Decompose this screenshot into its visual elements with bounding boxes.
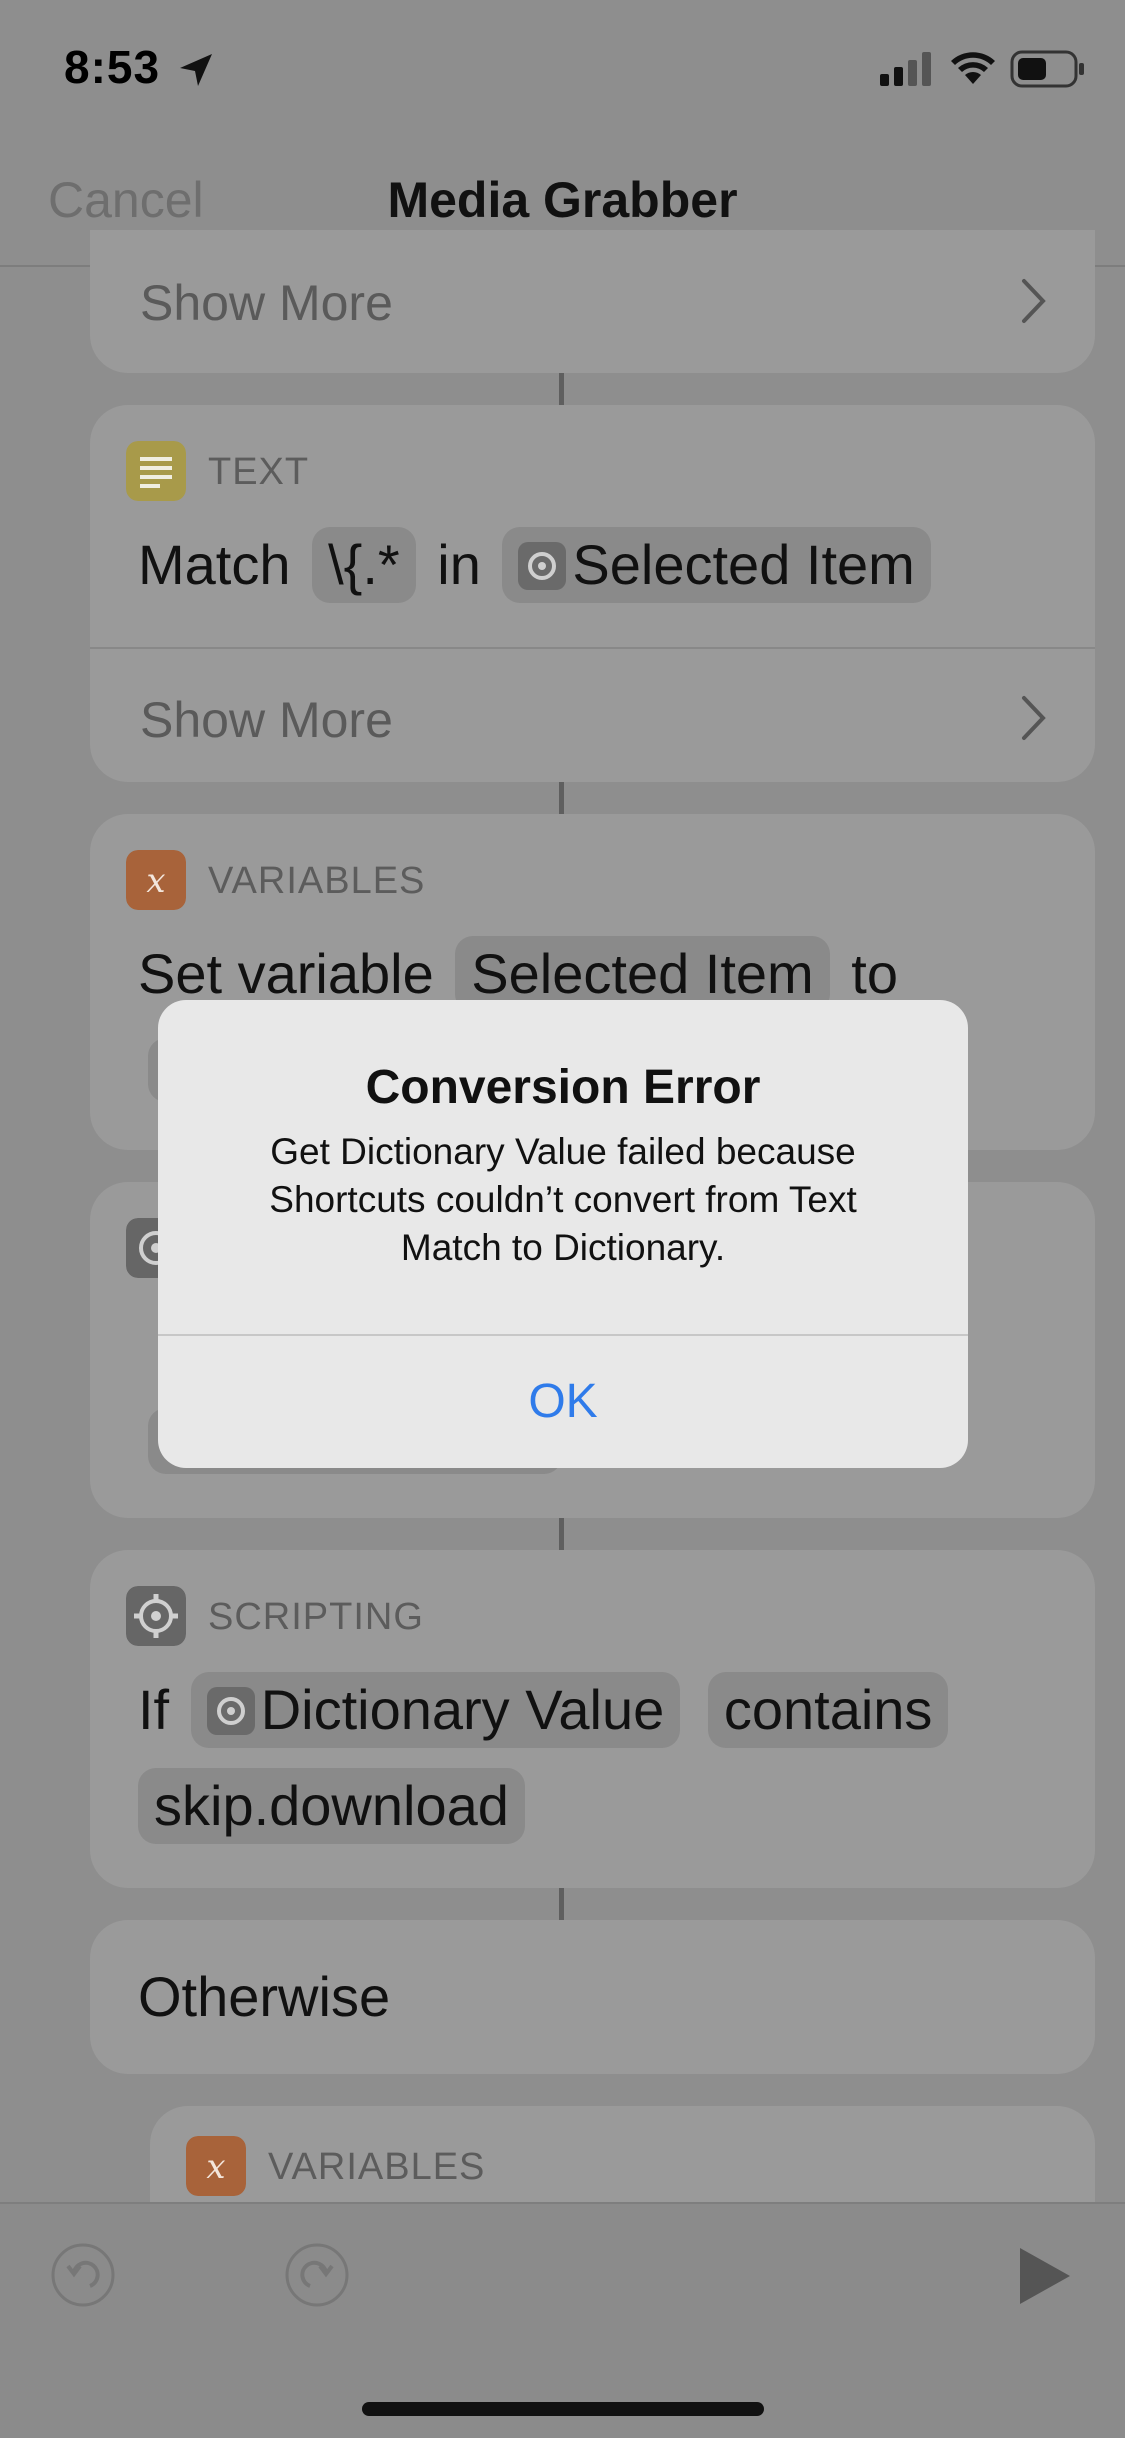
category-label: TEXT	[208, 451, 310, 493]
flow-connector	[559, 373, 564, 405]
location-arrow-icon	[180, 54, 212, 86]
battery-icon	[1010, 50, 1084, 88]
category-label: VARIABLES	[208, 860, 426, 902]
selected-item-token[interactable]: Selected Item	[502, 527, 931, 603]
play-icon[interactable]	[1018, 2246, 1072, 2306]
home-indicator	[362, 2402, 764, 2416]
match-action-text: Match \{.* in Selected Item	[138, 527, 937, 603]
match-text-action-card[interactable]: TEXT Match \{.* in Selected Item Show Mo…	[90, 405, 1095, 782]
otherwise-card[interactable]: Otherwise	[90, 1920, 1095, 2074]
flow-connector	[559, 782, 564, 814]
regex-pattern-token[interactable]: \{.*	[312, 527, 416, 603]
chevron-right-icon	[1022, 696, 1046, 740]
in-word: in	[437, 533, 481, 596]
if-condition-text: If Dictionary Value contains	[138, 1672, 954, 1748]
conversion-error-alert: Conversion Error Get Dictionary Value fa…	[158, 1000, 968, 1468]
status-bar: 8:53	[0, 0, 1125, 135]
otherwise-label: Otherwise	[138, 1965, 391, 2028]
show-more-row[interactable]: Show More	[90, 667, 1095, 767]
show-more-row[interactable]: Show More	[90, 250, 1095, 350]
condition-value-token[interactable]: skip.download	[138, 1768, 525, 1844]
show-more-label: Show More	[140, 692, 393, 748]
alert-title: Conversion Error	[365, 1061, 761, 1114]
previous-action-card: Show More	[90, 230, 1095, 373]
if-action-card[interactable]: SCRIPTING If Dictionary Value contains s…	[90, 1550, 1095, 1888]
variables-category-icon: x	[126, 850, 186, 910]
set-variable-verb: Set variable	[138, 942, 434, 1005]
if-value-line: skip.download	[132, 1768, 531, 1844]
gear-icon	[206, 1687, 255, 1735]
flow-connector	[559, 1518, 564, 1550]
ok-button[interactable]: OK	[158, 1336, 968, 1468]
match-verb: Match	[138, 533, 291, 596]
variables-category-icon: x	[186, 2136, 246, 2196]
text-category-icon	[126, 441, 186, 501]
show-more-label: Show More	[140, 275, 393, 331]
gear-icon	[518, 542, 567, 590]
status-time: 8:53	[64, 41, 161, 93]
wifi-icon	[951, 52, 995, 84]
undo-icon[interactable]	[50, 2242, 116, 2308]
flow-connector	[559, 1888, 564, 1920]
to-word: to	[851, 942, 898, 1005]
page-title: Media Grabber	[387, 172, 738, 228]
svg-text:x: x	[146, 861, 165, 901]
condition-token[interactable]: contains	[707, 1672, 949, 1748]
if-word: If	[138, 1678, 170, 1741]
scripting-category-icon	[126, 1586, 186, 1646]
redo-icon[interactable]	[284, 2242, 350, 2308]
category-label: SCRIPTING	[208, 1596, 424, 1638]
dictionary-value-token[interactable]: Dictionary Value	[190, 1672, 681, 1748]
card-divider	[90, 647, 1095, 649]
selected-item-label: Selected Item	[572, 533, 915, 596]
alert-message: Get Dictionary Value failed because Shor…	[269, 1131, 857, 1268]
svg-text:x: x	[206, 2147, 225, 2187]
cellular-signal-icon	[880, 52, 931, 86]
category-label: VARIABLES	[268, 2146, 486, 2188]
dictionary-value-label: Dictionary Value	[260, 1678, 665, 1741]
chevron-right-icon	[1022, 279, 1046, 323]
